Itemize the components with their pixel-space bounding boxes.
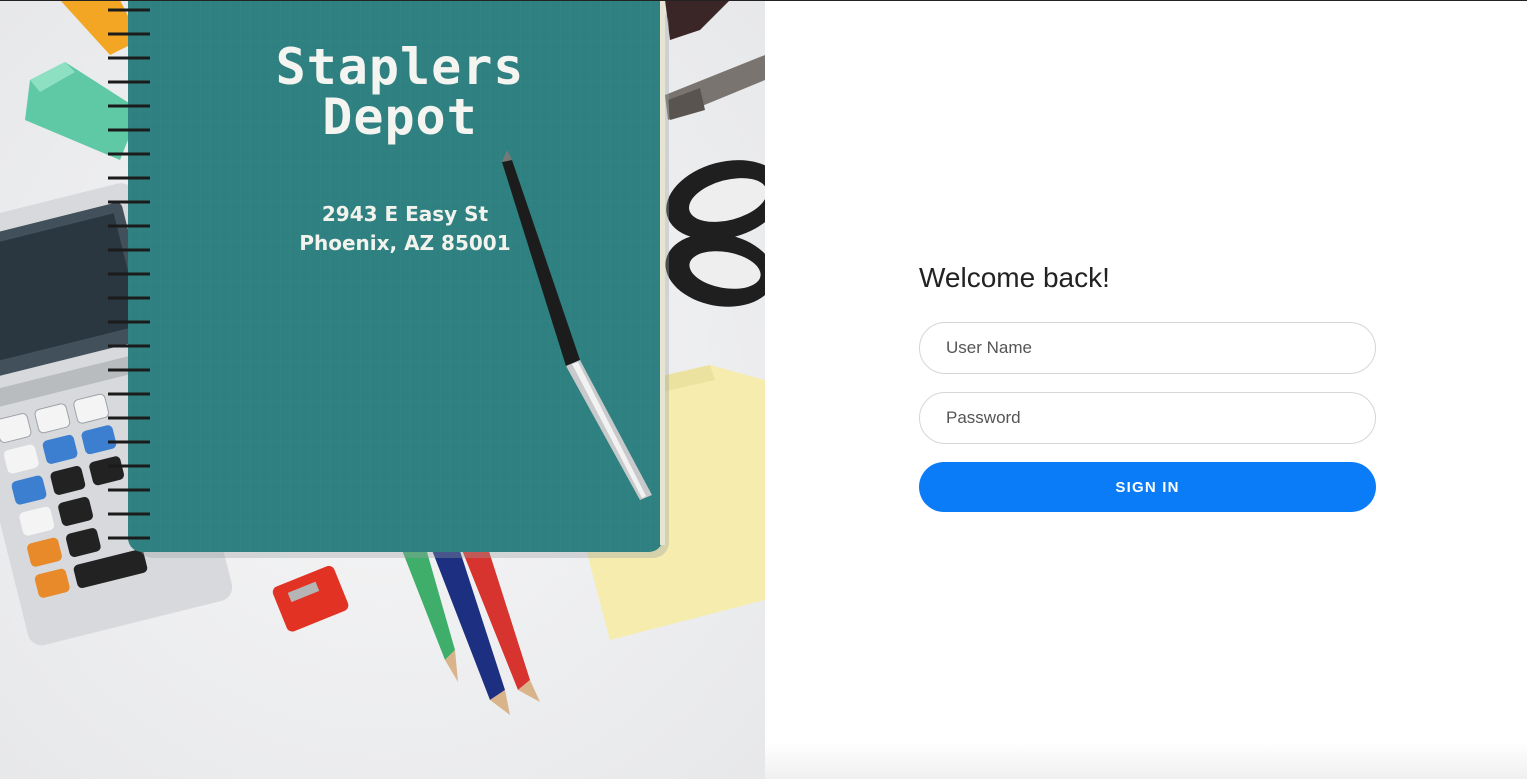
brand-line-1: Staplers (275, 38, 525, 96)
bottom-shadow (765, 742, 1527, 779)
top-border (0, 0, 1527, 1)
hero-image: Staplers Depot 2943 E Easy St Phoenix, A… (0, 0, 765, 779)
password-input[interactable] (919, 392, 1376, 444)
brand-line-2: Depot (322, 88, 478, 146)
login-page: Staplers Depot 2943 E Easy St Phoenix, A… (0, 0, 1527, 779)
login-panel (765, 0, 1527, 779)
welcome-heading: Welcome back! (919, 262, 1110, 293)
store-address: 2943 E Easy St Phoenix, AZ 85001 (160, 200, 650, 258)
sign-in-button[interactable]: SIGN IN (919, 462, 1376, 512)
username-input[interactable] (919, 322, 1376, 374)
address-city: Phoenix, AZ 85001 (299, 231, 511, 255)
brand-logo: Staplers Depot (160, 42, 640, 142)
address-street: 2943 E Easy St (321, 202, 489, 226)
